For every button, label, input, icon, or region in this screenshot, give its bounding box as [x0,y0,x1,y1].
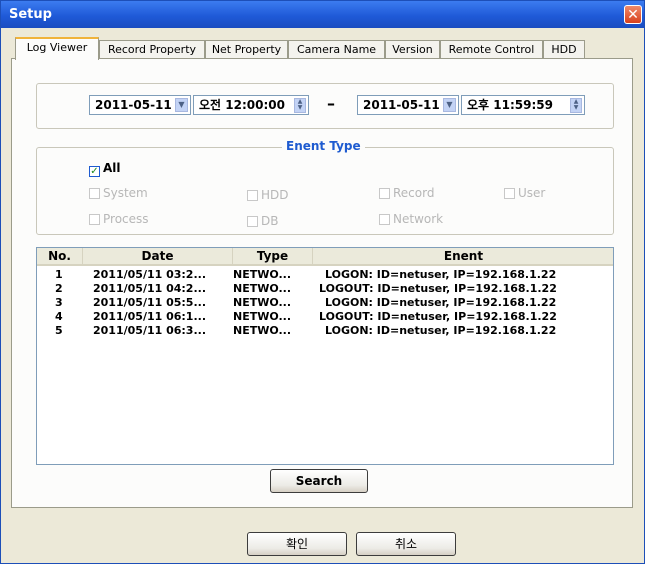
setup-window: Setup ✕ Log Viewer Record Property Net P… [0,0,645,564]
title-bar[interactable]: Setup ✕ [1,1,644,28]
dropdown-arrow-icon[interactable]: ▼ [175,98,188,112]
cell-type: NETWO... [233,296,292,309]
end-date-value: 2011-05-11 [363,98,440,112]
checkbox-all[interactable]: ✓ All [89,161,121,177]
cell-no: 3 [55,296,63,309]
spin-down-icon[interactable]: ▼ [571,105,581,111]
cell-event: LOGOUT: ID=netuser, IP=192.168.1.22 [319,310,557,323]
tab-camera-name[interactable]: Camera Name [288,40,385,59]
checkbox-icon[interactable] [89,214,100,225]
column-header-date[interactable]: Date [83,248,233,266]
checkbox-checked-icon[interactable]: ✓ [89,166,100,177]
dropdown-arrow-icon[interactable]: ▼ [443,98,456,112]
cancel-button[interactable]: 취소 [356,532,456,556]
cell-no: 2 [55,282,63,295]
cell-event: LOGON: ID=netuser, IP=192.168.1.22 [325,268,557,281]
checkbox-hdd[interactable]: HDD [247,188,289,202]
cell-type: NETWO... [233,310,292,323]
checkbox-icon[interactable] [89,188,100,199]
checkbox-label: Network [393,212,444,226]
tab-record-property[interactable]: Record Property [99,40,205,59]
checkbox-db[interactable]: DB [247,214,278,228]
event-type-legend: Enent Type [282,139,365,153]
log-viewer-panel: 2011-05-11 ▼ 오전 12:00:00 ▲ ▼ – 2011-05-11… [11,58,633,508]
ok-button[interactable]: 확인 [247,532,347,556]
cell-type: NETWO... [233,268,292,281]
checkbox-label: System [103,186,148,200]
cell-date: 2011/05/11 06:1... [93,310,206,323]
checkbox-label: HDD [261,188,289,202]
checkbox-label: Process [103,212,149,226]
cell-date: 2011/05/11 05:5... [93,296,206,309]
table-row[interactable]: 3 2011/05/11 05:5... NETWO... LOGON: ID=… [37,296,613,310]
range-separator: – [327,94,335,113]
cell-event: LOGON: ID=netuser, IP=192.168.1.22 [325,296,557,309]
spin-arrows-icon[interactable]: ▲ ▼ [294,98,306,113]
checkbox-icon[interactable] [247,216,258,227]
checkbox-system[interactable]: System [89,186,148,200]
table-row[interactable]: 1 2011/05/11 03:2... NETWO... LOGON: ID=… [37,268,613,282]
spin-down-icon[interactable]: ▼ [295,105,305,111]
checkbox-label: All [103,161,121,175]
start-date-value: 2011-05-11 [95,98,172,112]
window-title: Setup [9,7,52,22]
column-header-no[interactable]: No. [37,248,83,266]
tab-hdd[interactable]: HDD [543,40,585,59]
table-row[interactable]: 2 2011/05/11 04:2... NETWO... LOGOUT: ID… [37,282,613,296]
cell-no: 1 [55,268,63,281]
tab-version[interactable]: Version [385,40,440,59]
table-row[interactable]: 5 2011/05/11 06:3... NETWO... LOGON: ID=… [37,324,613,338]
checkbox-icon[interactable] [379,188,390,199]
checkbox-icon[interactable] [379,214,390,225]
checkbox-network[interactable]: Network [379,212,443,226]
checkbox-label: DB [261,214,279,228]
cell-no: 4 [55,310,63,323]
tab-remote-control[interactable]: Remote Control [440,40,543,59]
checkbox-label: Record [393,186,435,200]
cell-type: NETWO... [233,324,292,337]
cell-no: 5 [55,324,63,337]
log-rows: 1 2011/05/11 03:2... NETWO... LOGON: ID=… [37,268,613,338]
search-button[interactable]: Search [270,469,368,493]
table-row[interactable]: 4 2011/05/11 06:1... NETWO... LOGOUT: ID… [37,310,613,324]
end-time-value: 오후 11:59:59 [467,98,553,112]
tab-net-property[interactable]: Net Property [205,40,288,59]
cell-date: 2011/05/11 06:3... [93,324,206,337]
checkbox-process[interactable]: Process [89,212,149,226]
cell-date: 2011/05/11 03:2... [93,268,206,281]
cell-event: LOGON: ID=netuser, IP=192.168.1.22 [325,324,557,337]
column-header-event[interactable]: Enent [313,248,613,266]
cell-date: 2011/05/11 04:2... [93,282,206,295]
tab-log-viewer[interactable]: Log Viewer [15,37,99,60]
start-date-picker[interactable]: 2011-05-11 ▼ [89,95,191,115]
end-date-picker[interactable]: 2011-05-11 ▼ [357,95,459,115]
cell-type: NETWO... [233,282,292,295]
end-time-field[interactable]: 오후 11:59:59 ▲ ▼ [461,95,585,115]
checkbox-label: User [518,186,546,200]
log-list[interactable]: No. Date Type Enent 1 2011/05/11 03:2...… [36,247,614,465]
start-time-value: 오전 12:00:00 [199,98,285,112]
checkbox-record[interactable]: Record [379,186,434,200]
checkbox-user[interactable]: User [504,186,545,200]
event-type-group: Enent Type ✓ All System HDD Record User P… [36,139,614,235]
date-range-group: 2011-05-11 ▼ 오전 12:00:00 ▲ ▼ – 2011-05-11… [36,83,614,129]
start-time-field[interactable]: 오전 12:00:00 ▲ ▼ [193,95,309,115]
cell-event: LOGOUT: ID=netuser, IP=192.168.1.22 [319,282,557,295]
checkbox-icon[interactable] [504,188,515,199]
close-icon[interactable]: ✕ [624,5,642,24]
checkbox-icon[interactable] [247,190,258,201]
spin-arrows-icon[interactable]: ▲ ▼ [570,98,582,113]
column-header-type[interactable]: Type [233,248,313,266]
